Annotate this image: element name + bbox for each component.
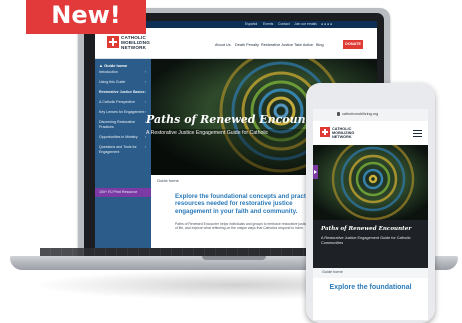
lock-icon (337, 112, 340, 116)
nav-death-penalty[interactable]: Death Penalty (235, 43, 259, 47)
sidebar-item-using-guide[interactable]: Using this Guide (99, 80, 125, 84)
phone-spiral-artwork (313, 145, 428, 220)
sidebar-item-questions[interactable]: Questions and Tools for (99, 145, 137, 149)
phone-url-text: catholicmobilizing.org (342, 112, 379, 116)
new-badge: New! (26, 0, 146, 34)
hamburger-menu-icon[interactable] (413, 130, 422, 138)
logo-cross-icon[interactable] (320, 127, 330, 137)
phone-hero-subtitle: A Restorative Justice Engagement Guide f… (321, 236, 411, 245)
sidebar-item-introduction[interactable]: Introduction (99, 70, 118, 74)
breadcrumb-guide-home[interactable]: Guide home (157, 178, 179, 183)
sidebar-item-engagement[interactable]: Engagement (99, 150, 119, 154)
phone-breadcrumb: Guide home (313, 268, 428, 278)
sidebar-item-catholic-perspective[interactable]: A Catholic Perspective (99, 100, 135, 104)
chevron-right-icon: › (145, 90, 147, 94)
utility-link-events[interactable]: Events (263, 22, 273, 26)
sidebar-item-key-lenses[interactable]: Key Lenses for Engagement (99, 110, 144, 114)
social-icons[interactable]: ● ● ● ● (321, 22, 332, 26)
laptop-notch (202, 256, 266, 260)
utility-link-contact[interactable]: Contact (278, 22, 290, 26)
phone-sidebar-toggle[interactable] (313, 165, 318, 179)
content-body: Paths of Renewed Encounter helps individ… (175, 222, 323, 231)
utility-link-emails[interactable]: Join our emails (294, 22, 317, 26)
phone-logo[interactable]: CATHOLIC MOBILIZING NETWORK (332, 127, 354, 140)
phone-address-bar[interactable]: catholicmobilizing.org (313, 109, 428, 121)
sidebar-title[interactable]: ▲ Guide home (99, 63, 127, 68)
nav-about[interactable]: About Us (215, 43, 231, 47)
phone-hero-title: Paths of Renewed Encounter (321, 226, 412, 232)
phone-screen: catholicmobilizing.org CATHOLIC MOBILIZI… (313, 109, 428, 320)
sidebar-item-rj-basics[interactable]: Restorative Justice Basics (99, 90, 145, 94)
nav-blog[interactable]: Blog (316, 43, 324, 47)
hero-subtitle: A Restorative Justice Engagement Guide f… (146, 130, 269, 136)
sidebar-item-print-resource[interactable]: 100+ RJ Print Resource (99, 190, 137, 194)
phone-breadcrumb-guide-home[interactable]: Guide home (322, 270, 343, 274)
phone-hero-image (313, 145, 428, 220)
sidebar-item-practices[interactable]: Practices (99, 125, 114, 129)
logo-cross-icon[interactable] (107, 36, 119, 48)
phone-header (313, 121, 428, 143)
sidebar-item-discerning[interactable]: Discerning Restorative (99, 120, 135, 124)
utility-link-espanol[interactable]: Español (245, 22, 257, 26)
content-heading: Explore the foundational concepts and pr… (175, 193, 317, 215)
chevron-right-icon: › (145, 100, 147, 104)
chevron-right-icon: › (145, 80, 147, 84)
phone-content-heading: Explore the foundational (329, 284, 412, 291)
chevron-right-icon: › (145, 70, 147, 74)
donate-button[interactable]: DONATE (343, 40, 363, 49)
sidebar-item-ministry[interactable]: Opportunities in Ministry (99, 135, 138, 139)
hero-title: Paths of Renewed Encounter (146, 113, 324, 126)
nav-take-action[interactable]: Take Action (294, 43, 313, 47)
chevron-right-icon: › (145, 145, 147, 149)
nav-restorative-justice[interactable]: Restorative Justice (261, 43, 293, 47)
guide-sidebar: ▲ Guide home Introduction Using this Gui… (95, 59, 151, 248)
site-logo[interactable]: CATHOLIC MOBILIZING NETWORK (121, 35, 150, 50)
